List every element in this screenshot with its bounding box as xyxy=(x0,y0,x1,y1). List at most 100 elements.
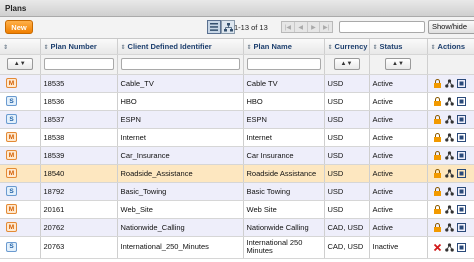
cell-plan-number: 18536 xyxy=(40,92,118,111)
configure-icon[interactable] xyxy=(456,168,466,178)
cell-actions xyxy=(427,146,474,165)
lock-icon[interactable] xyxy=(433,96,442,106)
hierarchy-icon[interactable] xyxy=(444,78,454,88)
column-header-plan-number[interactable]: ⇕ Plan Number xyxy=(40,39,118,55)
sort-icon: ⇕ xyxy=(120,44,126,51)
cell-currency: USD xyxy=(324,164,370,183)
cell-client-id: Nationwide_Calling xyxy=(117,218,244,237)
column-label: Plan Number xyxy=(50,41,97,51)
filter-actions xyxy=(427,54,474,75)
currency-filter-select[interactable]: ▲▼ xyxy=(333,58,360,70)
prev-page-icon[interactable]: ◀ xyxy=(295,22,308,32)
column-header-client-id[interactable]: ⇕ Client Defined Identifier xyxy=(117,39,244,55)
client-id-filter-input[interactable] xyxy=(120,58,240,70)
lock-icon[interactable] xyxy=(433,222,442,232)
hierarchy-view-button[interactable] xyxy=(221,20,235,34)
lock-icon[interactable] xyxy=(433,150,442,160)
column-header-type[interactable]: ⇕ xyxy=(0,39,41,55)
hierarchy-icon[interactable] xyxy=(444,96,454,106)
hierarchy-icon[interactable] xyxy=(444,114,454,124)
configure-icon[interactable] xyxy=(456,242,466,252)
plan-type-badge: S xyxy=(6,96,17,107)
hierarchy-icon[interactable] xyxy=(444,168,454,178)
table-row[interactable]: S 20763 International_250_Minutes Internati… xyxy=(0,236,474,259)
table-row[interactable]: S 18792 Basic_Towing Basic Towing USD Active xyxy=(0,182,474,201)
hierarchy-icon[interactable] xyxy=(444,186,454,196)
column-header-status[interactable]: ⇕ Status xyxy=(369,39,428,55)
plan-name-filter-input[interactable] xyxy=(246,58,321,70)
configure-icon[interactable] xyxy=(456,78,466,88)
cell-type: M xyxy=(0,164,41,183)
sort-icon: ⇕ xyxy=(327,44,333,51)
hierarchy-icon[interactable] xyxy=(444,150,454,160)
window-title: Plans xyxy=(5,4,27,13)
lock-icon[interactable] xyxy=(433,204,442,214)
cell-currency: USD xyxy=(324,74,370,93)
first-page-icon[interactable]: |◀ xyxy=(282,22,295,32)
window-titlebar: Plans xyxy=(0,0,474,17)
configure-icon[interactable] xyxy=(456,96,466,106)
column-header-currency[interactable]: ⇕ Currency xyxy=(324,39,370,55)
plan-type-badge: S xyxy=(6,242,17,253)
cell-plan-number: 18539 xyxy=(40,146,118,165)
column-header-actions[interactable]: ⇕ Actions xyxy=(427,39,474,55)
cell-status: Active xyxy=(369,182,428,201)
lock-icon[interactable] xyxy=(433,78,442,88)
cell-plan-number: 18537 xyxy=(40,110,118,129)
filter-type: ▲▼ xyxy=(0,54,41,75)
cell-type: S xyxy=(0,92,41,111)
table-row[interactable]: M 18539 Car_Insurance Car Insurance USD Activ… xyxy=(0,146,474,165)
table-row[interactable]: M 18538 Internet Internet USD Active xyxy=(0,128,474,147)
plan-number-filter-input[interactable] xyxy=(43,58,114,70)
cell-type: M xyxy=(0,74,41,93)
table-row[interactable]: M 20161 Web_Site Web Site USD Active xyxy=(0,200,474,219)
table-row[interactable]: M 18535 Cable_TV Cable TV USD Active xyxy=(0,74,474,93)
cell-client-id: Web_Site xyxy=(117,200,244,219)
configure-icon[interactable] xyxy=(456,222,466,232)
configure-icon[interactable] xyxy=(456,132,466,142)
hierarchy-icon[interactable] xyxy=(444,242,454,252)
cell-currency: USD xyxy=(324,92,370,111)
list-view-button[interactable] xyxy=(207,20,221,34)
cell-actions xyxy=(427,110,474,129)
cell-client-id: Basic_Towing xyxy=(117,182,244,201)
column-header-plan-name[interactable]: ⇕ Plan Name xyxy=(243,39,325,55)
plan-type-badge: M xyxy=(6,168,17,179)
cell-type: M xyxy=(0,128,41,147)
lock-icon[interactable] xyxy=(433,114,442,124)
type-filter-select[interactable]: ▲▼ xyxy=(6,58,33,70)
table-row[interactable]: M 18540 Roadside_Assistance Roadside Assist… xyxy=(0,164,474,183)
lock-icon[interactable] xyxy=(433,168,442,178)
next-page-icon[interactable]: ▶ xyxy=(308,22,321,32)
hierarchy-icon[interactable] xyxy=(444,132,454,142)
hierarchy-icon[interactable] xyxy=(444,204,454,214)
configure-icon[interactable] xyxy=(456,204,466,214)
cell-currency: CAD, USD xyxy=(324,236,370,259)
cell-actions xyxy=(427,74,474,93)
cell-plan-name: Nationwide Calling xyxy=(243,218,325,237)
cell-currency: USD xyxy=(324,200,370,219)
show-hide-button[interactable]: Show/hide xyxy=(428,20,474,34)
column-label: Client Defined Identifier xyxy=(127,41,212,51)
configure-icon[interactable] xyxy=(456,114,466,124)
new-button[interactable]: New xyxy=(5,20,33,34)
cell-plan-name: Internet xyxy=(243,128,325,147)
lock-icon[interactable] xyxy=(433,186,442,196)
hierarchy-icon[interactable] xyxy=(444,222,454,232)
status-filter-select[interactable]: ▲▼ xyxy=(385,58,411,70)
configure-icon[interactable] xyxy=(456,150,466,160)
hierarchy-icon xyxy=(223,22,233,31)
plan-type-badge: M xyxy=(6,132,17,143)
configure-icon[interactable] xyxy=(456,186,466,196)
table-row[interactable]: S 18536 HBO HBO USD Active xyxy=(0,92,474,111)
table-row[interactable]: M 20762 Nationwide_Calling Nationwide Calli… xyxy=(0,218,474,237)
table-row[interactable]: S 18537 ESPN ESPN USD Active xyxy=(0,110,474,129)
delete-icon[interactable] xyxy=(433,243,442,252)
lock-icon[interactable] xyxy=(433,132,442,142)
search-input[interactable] xyxy=(339,21,425,33)
plan-type-badge: M xyxy=(6,222,17,233)
last-page-icon[interactable]: ▶| xyxy=(320,22,332,32)
plan-type-badge: M xyxy=(6,78,17,89)
record-count: 1-13 of 13 xyxy=(234,23,268,32)
cell-type: S xyxy=(0,110,41,129)
